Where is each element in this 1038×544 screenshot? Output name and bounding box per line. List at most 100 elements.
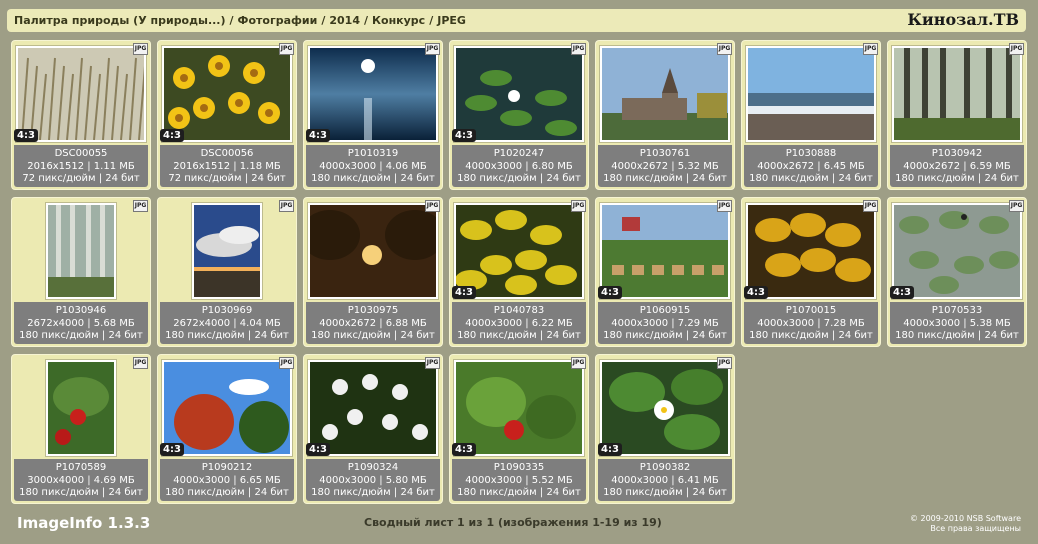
image-dimensions: 2016x1512 | 1.11 МБ — [27, 160, 135, 172]
image-dimensions: 4000x3000 | 5.38 МБ — [903, 317, 1011, 329]
thumbnail-card[interactable]: JPG 4:3 P1090212 4000x3000 | 6.65 МБ 180 пик… — [157, 354, 297, 504]
aspect-ratio-badge: 4:3 — [160, 129, 184, 142]
image-dimensions: 4000x3000 | 4.06 МБ — [319, 160, 427, 172]
thumbnail-image[interactable] — [162, 360, 292, 456]
thumbnail-card[interactable]: JPG P1030969 2672x4000 | 4.04 МБ 180 пикс/д… — [157, 197, 297, 347]
thumbnail-card[interactable]: JPG P1030946 2672x4000 | 5.68 МБ 180 пикс/д… — [11, 197, 151, 347]
aspect-ratio-badge: 4:3 — [452, 129, 476, 142]
thumbnail-card[interactable]: JPG 4:3 P1070015 4000x3000 | 7.28 МБ 180 пик… — [741, 197, 881, 347]
thumbnail-image[interactable] — [892, 203, 1022, 299]
thumbnail-card[interactable]: JPG P1030975 4000x2672 | 6.88 МБ 180 пикс/д… — [303, 197, 443, 347]
thumbnail-image[interactable] — [16, 46, 146, 142]
jpg-file-icon: JPG — [133, 200, 148, 212]
image-name: P1070589 — [55, 462, 107, 473]
image-name: P1060915 — [639, 305, 691, 316]
thumbnail-image[interactable] — [454, 360, 584, 456]
image-name: P1030946 — [55, 305, 107, 316]
image-info: P1030946 2672x4000 | 5.68 МБ 180 пикс/дюйм… — [14, 302, 148, 344]
image-info: P1030942 4000x2672 | 6.59 МБ 180 пикс/дюйм… — [890, 145, 1024, 187]
thumbnail-image[interactable] — [746, 46, 876, 142]
app-name: ImageInfo 1.3.3 — [17, 514, 151, 532]
aspect-ratio-badge: 4:3 — [306, 443, 330, 456]
image-dimensions: 4000x3000 | 7.28 МБ — [757, 317, 865, 329]
image-info: P1030969 2672x4000 | 4.04 МБ 180 пикс/дюйм… — [160, 302, 294, 344]
jpg-file-icon: JPG — [717, 43, 732, 55]
thumbnail-card[interactable]: JPG 4:3 P1090324 4000x3000 | 5.80 МБ 180 пик… — [303, 354, 443, 504]
thumbnail-image[interactable] — [454, 203, 584, 299]
image-resolution: 180 пикс/дюйм | 24 бит — [603, 487, 727, 498]
thumbnail-card[interactable]: JPG 4:3 P1090382 4000x3000 | 6.41 МБ 180 пик… — [595, 354, 735, 504]
thumbnail-image[interactable] — [454, 46, 584, 142]
thumbnail-card[interactable]: JPG 4:3 DSC00055 2016x1512 | 1.11 МБ 72 пикс… — [11, 40, 151, 190]
image-info: P1070015 4000x3000 | 7.28 МБ 180 пикс/дюйм… — [744, 302, 878, 344]
image-info: P1030888 4000x2672 | 6.45 МБ 180 пикс/дюйм… — [744, 145, 878, 187]
image-name: DSC00055 — [54, 148, 108, 159]
image-resolution: 180 пикс/дюйм | 24 бит — [603, 173, 727, 184]
thumbnail-card[interactable]: JPG 4:3 P1040783 4000x3000 | 6.22 МБ 180 пик… — [449, 197, 589, 347]
jpg-file-icon: JPG — [571, 200, 586, 212]
image-dimensions: 4000x2672 | 6.59 МБ — [903, 160, 1011, 172]
image-info: P1030761 4000x2672 | 5.32 МБ 180 пикс/дюйм… — [598, 145, 732, 187]
thumbnail-image[interactable] — [600, 46, 730, 142]
brand-logo: Кинозал.ТВ — [907, 10, 1019, 29]
aspect-ratio-badge: 4:3 — [160, 443, 184, 456]
breadcrumb-item[interactable]: 2014 — [329, 14, 360, 27]
image-resolution: 72 пикс/дюйм | 24 бит — [168, 173, 286, 184]
jpg-file-icon: JPG — [863, 200, 878, 212]
copyright: © 2009-2010 NSB Software Все права защищ… — [910, 514, 1021, 534]
breadcrumb: Палитра природы (У природы...) / Фотографи… — [14, 14, 466, 27]
image-dimensions: 4000x2672 | 5.32 МБ — [611, 160, 719, 172]
image-name: P1010319 — [347, 148, 399, 159]
thumbnail-card[interactable]: JPG P1030888 4000x2672 | 6.45 МБ 180 пикс/д… — [741, 40, 881, 190]
thumbnail-card[interactable]: JPG 4:3 P1020247 4000x3000 | 6.80 МБ 180 пик… — [449, 40, 589, 190]
image-dimensions: 4000x3000 | 6.41 МБ — [611, 474, 719, 486]
thumbnail-image[interactable] — [308, 360, 438, 456]
thumbnail-image[interactable] — [600, 360, 730, 456]
image-dimensions: 4000x3000 | 5.52 МБ — [465, 474, 573, 486]
image-resolution: 180 пикс/дюйм | 24 бит — [457, 173, 581, 184]
breadcrumb-item[interactable]: Фотографии — [238, 14, 318, 27]
thumbnail-card[interactable]: JPG P1030942 4000x2672 | 6.59 МБ 180 пикс/д… — [887, 40, 1027, 190]
jpg-file-icon: JPG — [279, 357, 294, 369]
thumbnail-card[interactable]: JPG 4:3 P1060915 4000x3000 | 7.29 МБ 180 пик… — [595, 197, 735, 347]
image-resolution: 180 пикс/дюйм | 24 бит — [165, 487, 289, 498]
thumbnail-image[interactable] — [46, 203, 116, 299]
image-name: P1030969 — [201, 305, 253, 316]
thumbnail-card[interactable]: JPG 4:3 P1070533 4000x3000 | 5.38 МБ 180 пик… — [887, 197, 1027, 347]
thumbnail-image[interactable] — [600, 203, 730, 299]
thumbnail-card[interactable]: JPG 4:3 DSC00056 2016x1512 | 1.18 МБ 72 пикс… — [157, 40, 297, 190]
image-resolution: 180 пикс/дюйм | 24 бит — [457, 330, 581, 341]
thumbnail-card[interactable]: JPG 4:3 P1010319 4000x3000 | 4.06 МБ 180 пик… — [303, 40, 443, 190]
aspect-ratio-badge: 4:3 — [598, 286, 622, 299]
thumbnail-image[interactable] — [308, 46, 438, 142]
thumbnail-image[interactable] — [892, 46, 1022, 142]
jpg-file-icon: JPG — [717, 357, 732, 369]
aspect-ratio-badge: 4:3 — [598, 443, 622, 456]
jpg-file-icon: JPG — [279, 200, 294, 212]
image-resolution: 180 пикс/дюйм | 24 бит — [311, 487, 435, 498]
thumbnail-image[interactable] — [746, 203, 876, 299]
breadcrumb-item[interactable]: Конкурс — [372, 14, 425, 27]
thumbnail-card[interactable]: JPG P1070589 3000x4000 | 4.69 МБ 180 пикс/д… — [11, 354, 151, 504]
aspect-ratio-badge: 4:3 — [744, 286, 768, 299]
image-resolution: 180 пикс/дюйм | 24 бит — [19, 330, 143, 341]
thumbnail-card[interactable]: JPG P1030761 4000x2672 | 5.32 МБ 180 пикс/д… — [595, 40, 735, 190]
jpg-file-icon: JPG — [425, 200, 440, 212]
jpg-file-icon: JPG — [425, 43, 440, 55]
aspect-ratio-badge: 4:3 — [306, 129, 330, 142]
jpg-file-icon: JPG — [717, 200, 732, 212]
thumbnail-card[interactable]: JPG 4:3 P1090335 4000x3000 | 5.52 МБ 180 пик… — [449, 354, 589, 504]
image-info: P1070589 3000x4000 | 4.69 МБ 180 пикс/дюйм… — [14, 459, 148, 501]
breadcrumb-item[interactable]: JPEG — [437, 14, 466, 27]
image-name: P1030761 — [639, 148, 691, 159]
thumbnail-image[interactable] — [162, 46, 292, 142]
thumbnail-image[interactable] — [192, 203, 262, 299]
aspect-ratio-badge: 4:3 — [14, 129, 38, 142]
page-summary: Сводный лист 1 из 1 (изображения 1-19 из… — [364, 516, 662, 529]
thumbnail-image[interactable] — [46, 360, 116, 456]
breadcrumb-item[interactable]: Палитра природы (У природы...) — [14, 14, 226, 27]
thumbnail-image[interactable] — [308, 203, 438, 299]
image-resolution: 72 пикс/дюйм | 24 бит — [22, 173, 140, 184]
image-name: P1090335 — [493, 462, 545, 473]
image-info: P1030975 4000x2672 | 6.88 МБ 180 пикс/дюйм… — [306, 302, 440, 344]
